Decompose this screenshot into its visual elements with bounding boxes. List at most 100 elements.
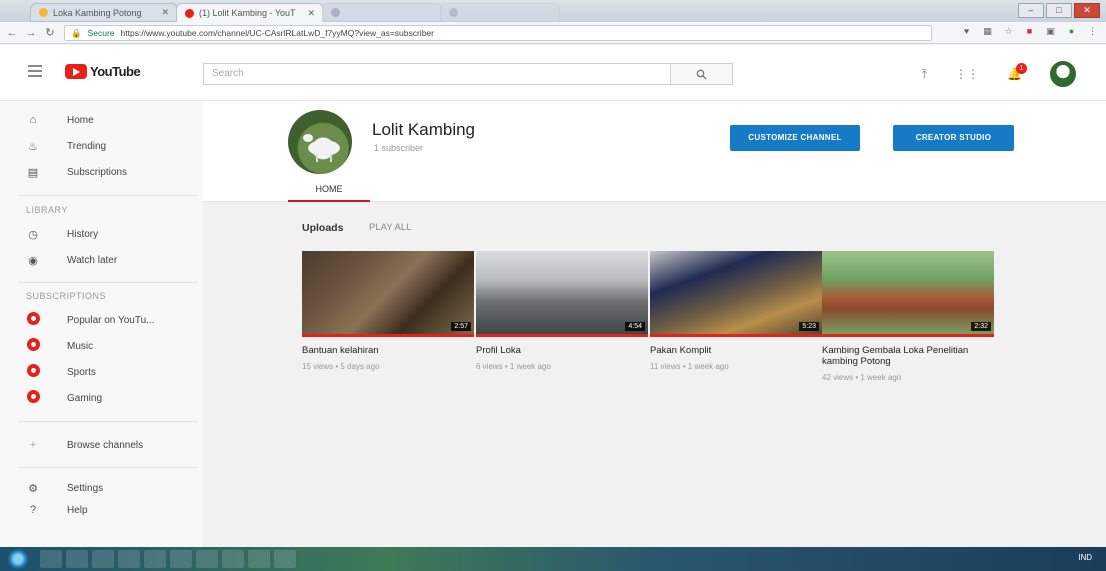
sidebar-item-watch-later[interactable]: ◉ Watch later xyxy=(0,249,202,271)
browser-tab-1[interactable]: Loka Kambing Potong ✕ xyxy=(30,3,178,22)
back-icon[interactable]: ← xyxy=(5,27,19,39)
sidebar-item-help[interactable]: ? Help xyxy=(0,499,202,521)
taskbar-app-icon[interactable] xyxy=(144,550,166,568)
apps-grid-icon[interactable]: ⋮⋮ xyxy=(955,67,979,81)
sidebar-item-trending[interactable]: ♨ Trending xyxy=(0,135,202,157)
browser-tab-3[interactable] xyxy=(322,3,442,22)
flame-icon: ♨ xyxy=(28,140,38,153)
sidebar-item-label: Home xyxy=(67,114,94,126)
guide-menu-icon[interactable] xyxy=(28,65,42,77)
sidebar-item-label: Gaming xyxy=(67,392,103,404)
taskbar-clock[interactable]: IND xyxy=(1078,553,1092,562)
taskbar-app-icon[interactable] xyxy=(248,550,270,568)
browser-tab-4[interactable] xyxy=(440,3,560,22)
forward-icon[interactable]: → xyxy=(24,27,38,39)
video-thumbnail[interactable]: 5:23 xyxy=(650,251,822,337)
add-icon: + xyxy=(29,439,37,451)
sidebar-item-music[interactable]: Music xyxy=(0,335,202,357)
video-title[interactable]: Pakan Komplit xyxy=(650,345,822,356)
close-icon[interactable]: ✕ xyxy=(303,8,315,19)
start-button[interactable] xyxy=(8,549,28,569)
taskbar-app-icon[interactable] xyxy=(40,550,62,568)
video-thumbnail[interactable]: 2:57 xyxy=(302,251,474,337)
youtube-favicon-icon xyxy=(185,8,194,18)
reload-icon[interactable]: ↻ xyxy=(43,26,57,39)
sidebar-item-sports[interactable]: Sports xyxy=(0,361,202,383)
taskbar-app-icon[interactable] xyxy=(222,550,244,568)
sidebar-divider xyxy=(18,195,198,196)
channel-name: Lolit Kambing xyxy=(372,120,476,139)
channel-avatar[interactable] xyxy=(288,110,352,174)
url-input[interactable]: 🔒 Secure https://www.youtube.com/channel… xyxy=(64,25,932,41)
star-icon[interactable]: ☆ xyxy=(1003,26,1014,37)
video-title[interactable]: Kambing Gembala Loka Penelitian kambing … xyxy=(822,345,994,367)
video-thumbnail[interactable]: 2:32 xyxy=(822,251,994,337)
favicon-icon xyxy=(449,8,458,17)
sidebar-item-history[interactable]: ◷ History xyxy=(0,223,202,245)
sidebar-item-gaming[interactable]: Gaming xyxy=(0,387,202,409)
window-close-button[interactable]: ✕ xyxy=(1074,3,1100,18)
sidebar-item-label: Music xyxy=(67,340,94,352)
play-all-link[interactable]: PLAY ALL xyxy=(369,222,411,233)
video-meta: 6 views • 1 week ago xyxy=(476,362,551,371)
subscriptions-heading: SUBSCRIPTIONS xyxy=(26,291,107,301)
extension-icon[interactable]: ■ xyxy=(1024,26,1035,37)
sidebar-item-subscriptions[interactable]: ▤ Subscriptions xyxy=(0,161,202,183)
close-icon[interactable]: ✕ xyxy=(157,7,169,18)
os-taskbar: IND xyxy=(0,547,1106,571)
goat-photo-icon xyxy=(303,134,340,162)
uploads-heading[interactable]: Uploads xyxy=(302,222,343,234)
search-button[interactable] xyxy=(671,63,733,85)
taskbar-app-icon[interactable] xyxy=(170,550,192,568)
upload-icon[interactable]: ⤒ xyxy=(922,67,927,82)
youtube-masthead: YouTube Search ⤒ ⋮⋮ 🔔 1 xyxy=(0,45,1106,101)
creator-studio-button[interactable]: CREATOR STUDIO xyxy=(893,125,1014,151)
menu-icon[interactable]: ⋮ xyxy=(1087,26,1098,37)
taskbar-app-icon[interactable] xyxy=(118,550,140,568)
video-meta: 42 views • 1 week ago xyxy=(822,373,902,382)
tab-home[interactable]: HOME xyxy=(288,180,370,202)
youtube-logo[interactable]: YouTube xyxy=(65,64,141,79)
taskbar-app-icon[interactable] xyxy=(92,550,114,568)
video-card[interactable]: 5:23 Pakan Komplit 11 views • 1 week ago xyxy=(650,251,822,371)
taskbar-app-icon[interactable] xyxy=(196,550,218,568)
search-input[interactable]: Search xyxy=(203,63,671,85)
video-title[interactable]: Bantuan kelahiran xyxy=(302,345,474,356)
channel-header: Lolit Kambing 1 subscriber CUSTOMIZE CHA… xyxy=(202,101,1106,202)
video-card[interactable]: 2:57 Bantuan kelahiran 15 views • 5 days… xyxy=(302,251,474,371)
video-title[interactable]: Profil Loka xyxy=(476,345,648,356)
extension-icon[interactable]: ▣ xyxy=(1045,26,1056,37)
video-card[interactable]: 2:32 Kambing Gembala Loka Penelitian kam… xyxy=(822,251,994,382)
extension-icon[interactable]: ▦ xyxy=(982,26,993,37)
subscriptions-icon: ▤ xyxy=(27,166,39,179)
masthead-actions: ⤒ ⋮⋮ 🔔 1 xyxy=(922,61,1076,87)
video-card[interactable]: 4:54 Profil Loka 6 views • 1 week ago xyxy=(476,251,648,371)
video-duration: 4:54 xyxy=(625,322,645,331)
sidebar-item-settings[interactable]: ⚙ Settings xyxy=(0,477,202,499)
taskbar-app-icon[interactable] xyxy=(66,550,88,568)
video-duration: 5:23 xyxy=(799,322,819,331)
channel-page: Lolit Kambing 1 subscriber CUSTOMIZE CHA… xyxy=(202,101,1106,547)
browser-tab-label: (1) Lolit Kambing - YouT xyxy=(199,8,296,18)
gaming-channel-icon xyxy=(26,390,40,406)
pin-icon[interactable]: ♥ xyxy=(961,26,972,37)
maximize-button[interactable]: □ xyxy=(1046,3,1072,18)
sidebar-item-browse-channels[interactable]: + Browse channels xyxy=(0,434,202,456)
extension-icon[interactable]: ● xyxy=(1066,26,1077,37)
sidebar-item-label: Trending xyxy=(67,140,107,152)
favicon-icon xyxy=(331,8,340,17)
sidebar-item-popular[interactable]: Popular on YouTu... xyxy=(0,309,202,331)
video-thumbnail[interactable]: 4:54 xyxy=(476,251,648,337)
customize-channel-button[interactable]: CUSTOMIZE CHANNEL xyxy=(730,125,860,151)
secure-label: Secure xyxy=(87,28,115,38)
sidebar-item-label: Browse channels xyxy=(67,439,144,451)
sidebar-item-label: History xyxy=(67,228,99,240)
minimize-button[interactable]: – xyxy=(1018,3,1044,18)
history-icon: ◷ xyxy=(28,228,38,241)
browser-tab-2[interactable]: (1) Lolit Kambing - YouT ✕ xyxy=(176,3,324,22)
sidebar-item-home[interactable]: ⌂ Home xyxy=(0,109,202,131)
notifications-bell-icon[interactable]: 🔔 1 xyxy=(1007,63,1027,81)
home-icon: ⌂ xyxy=(29,114,37,126)
account-avatar[interactable] xyxy=(1050,61,1076,87)
taskbar-app-icon[interactable] xyxy=(274,550,296,568)
